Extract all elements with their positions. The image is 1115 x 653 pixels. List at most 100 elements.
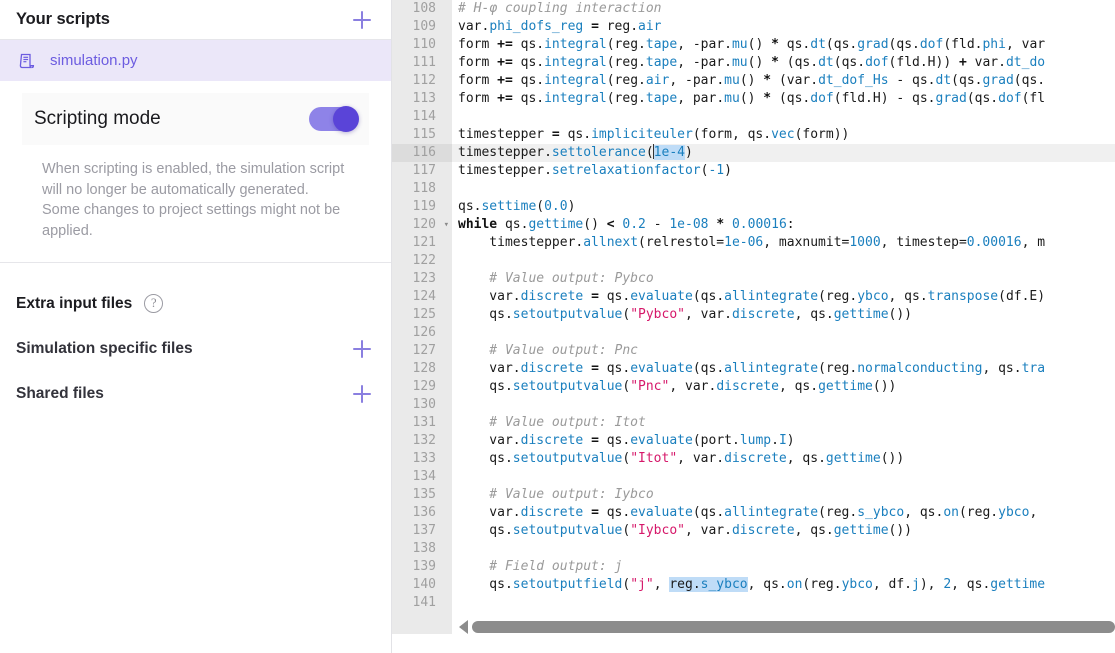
code-line-text[interactable] [452,594,1115,612]
code-line[interactable]: 112 form += qs.integral(reg.air, -par.mu(… [392,72,1115,90]
code-line[interactable]: 137 qs.setoutputvalue("Iybco", var.discr… [392,522,1115,540]
code-line-text[interactable]: # Value output: Itot [452,414,1115,432]
code-line-text[interactable]: # Value output: Pybco [452,270,1115,288]
code-line-text[interactable]: # Field output: j [452,558,1115,576]
code-line-text[interactable] [452,252,1115,270]
code-token: "j" [630,577,654,592]
code-token: dt_dof_Hs [818,73,889,88]
line-number: 139 [392,558,452,576]
code-line[interactable]: 126 [392,324,1115,342]
line-number: 111 [392,54,452,72]
code-line-text[interactable]: form += qs.integral(reg.tape, -par.mu() … [452,36,1115,54]
code-line-text[interactable] [452,324,1115,342]
code-token: (reg. [802,577,842,592]
line-number: 136 [392,504,452,522]
code-line[interactable]: 120 ▾ while qs.gettime() < 0.2 - 1e-08 * 0… [392,216,1115,234]
code-line-text[interactable]: var.discrete = qs.evaluate(qs.allintegra… [452,360,1115,378]
code-token: (qs. [888,37,920,52]
editor-horizontal-scrollbar[interactable] [452,620,1115,634]
toggle-knob [333,106,359,132]
code-lines-container[interactable]: 108 # H-φ coupling interaction 109 var.phi_… [392,0,1115,653]
code-fold-triangle-icon[interactable]: ▾ [444,216,449,234]
code-line[interactable]: 118 [392,180,1115,198]
code-line-text[interactable]: qs.setoutputvalue("Pnc", var.discrete, q… [452,378,1115,396]
code-line[interactable]: 115 timestepper = qs.impliciteuler(form, … [392,126,1115,144]
code-line[interactable]: 133 qs.setoutputvalue("Itot", var.discre… [392,450,1115,468]
code-line-text[interactable]: timestepper.allnext(relrestol=1e-06, max… [452,234,1115,252]
editor-bottom-padding [392,634,1115,653]
code-token: discrete [724,451,787,466]
code-line-text[interactable]: form += qs.integral(reg.tape, par.mu() *… [452,90,1115,108]
code-line[interactable]: 109 var.phi_dofs_reg = reg.air [392,18,1115,36]
code-line-text[interactable]: while qs.gettime() < 0.2 - 1e-08 * 0.000… [452,216,1115,234]
code-line-text[interactable]: qs.settime(0.0) [452,198,1115,216]
code-line-text[interactable] [452,396,1115,414]
code-line[interactable]: 121 timestepper.allnext(relrestol=1e-06,… [392,234,1115,252]
code-line-text[interactable]: form += qs.integral(reg.tape, -par.mu() … [452,54,1115,72]
code-line[interactable]: 134 [392,468,1115,486]
code-token: gettime [990,577,1046,592]
code-line[interactable]: 123 # Value output: Pybco [392,270,1115,288]
code-line-text[interactable]: qs.setoutputfield("j", reg.s_ybco, qs.on… [452,576,1115,594]
code-line[interactable]: 119 qs.settime(0.0) [392,198,1115,216]
code-line-text[interactable]: timestepper = qs.impliciteuler(form, qs.… [452,126,1115,144]
code-token: qs. [512,55,545,70]
code-line-text[interactable]: qs.setoutputvalue("Pybco", var.discrete,… [452,306,1115,324]
code-line[interactable]: 111 form += qs.integral(reg.tape, -par.mu… [392,54,1115,72]
code-line-text[interactable] [452,540,1115,558]
code-line-text[interactable]: qs.setoutputvalue("Itot", var.discrete, … [452,450,1115,468]
code-line[interactable]: 130 [392,396,1115,414]
code-token: discrete [716,379,779,394]
code-editor[interactable]: 108 # H-φ coupling interaction 109 var.phi_… [392,0,1115,653]
code-line[interactable]: 125 qs.setoutputvalue("Pybco", var.discr… [392,306,1115,324]
code-line[interactable]: 135 # Value output: Iybco [392,486,1115,504]
code-line-text[interactable]: var.discrete = qs.evaluate(port.lump.I) [452,432,1115,450]
code-line[interactable]: 108 # H-φ coupling interaction [392,0,1115,18]
code-line-text[interactable]: var.discrete = qs.evaluate(qs.allintegra… [452,504,1115,522]
code-line[interactable]: 114 [392,108,1115,126]
code-line[interactable]: 136 var.discrete = qs.evaluate(qs.allint… [392,504,1115,522]
code-line[interactable]: 132 var.discrete = qs.evaluate(port.lump… [392,432,1115,450]
code-line-text[interactable] [452,108,1115,126]
code-token: () [739,73,764,88]
scripting-mode-toggle[interactable] [309,106,359,132]
code-line-text[interactable]: var.phi_dofs_reg = reg.air [452,18,1115,36]
code-token: tape [645,55,678,70]
question-circle-icon[interactable]: ? [144,294,164,313]
code-line[interactable]: 140 qs.setoutputfield("j", reg.s_ybco, q… [392,576,1115,594]
code-line-text[interactable] [452,180,1115,198]
add-simulation-specific-file-button[interactable] [349,336,375,362]
code-line[interactable]: 122 [392,252,1115,270]
code-line[interactable]: 113 form += qs.integral(reg.tape, par.mu(… [392,90,1115,108]
code-line[interactable]: 141 [392,594,1115,612]
code-line-text[interactable]: # Value output: Iybco [452,486,1115,504]
code-token: () [747,37,772,52]
code-line-text[interactable]: qs.setoutputvalue("Iybco", var.discrete,… [452,522,1115,540]
code-line-text[interactable]: form += qs.integral(reg.air, -par.mu() *… [452,72,1115,90]
code-token: grad [935,91,967,106]
code-line-text[interactable] [452,468,1115,486]
add-script-button[interactable] [349,7,375,33]
triangle-left-icon[interactable] [459,620,468,634]
code-line[interactable]: 117 timestepper.setrelaxationfactor(-1) [392,162,1115,180]
code-line[interactable]: 127 # Value output: Pnc [392,342,1115,360]
code-line-text[interactable]: var.discrete = qs.evaluate(qs.allintegra… [452,288,1115,306]
add-shared-file-button[interactable] [349,381,375,407]
code-token: , qs. [794,307,834,322]
code-line[interactable]: 124 var.discrete = qs.evaluate(qs.allint… [392,288,1115,306]
code-line[interactable]: 128 var.discrete = qs.evaluate(qs.allint… [392,360,1115,378]
code-token: += [497,73,513,88]
code-line-text[interactable]: # H-φ coupling interaction [452,0,1115,18]
code-line[interactable]: 116 timestepper.settolerance(1e-4) [392,144,1115,162]
code-line[interactable]: 129 qs.setoutputvalue("Pnc", var.discret… [392,378,1115,396]
code-line-text[interactable]: timestepper.settolerance(1e-4) [452,144,1115,162]
scrollbar-thumb[interactable] [472,621,1115,633]
script-list-item-simulation-py[interactable]: simulation.py [0,40,391,81]
code-line-text[interactable]: timestepper.setrelaxationfactor(-1) [452,162,1115,180]
code-line[interactable]: 138 [392,540,1115,558]
code-line[interactable]: 131 # Value output: Itot [392,414,1115,432]
code-line[interactable]: 110 form += qs.integral(reg.tape, -par.mu… [392,36,1115,54]
code-line[interactable]: 139 # Field output: j [392,558,1115,576]
code-line-text[interactable]: # Value output: Pnc [452,342,1115,360]
